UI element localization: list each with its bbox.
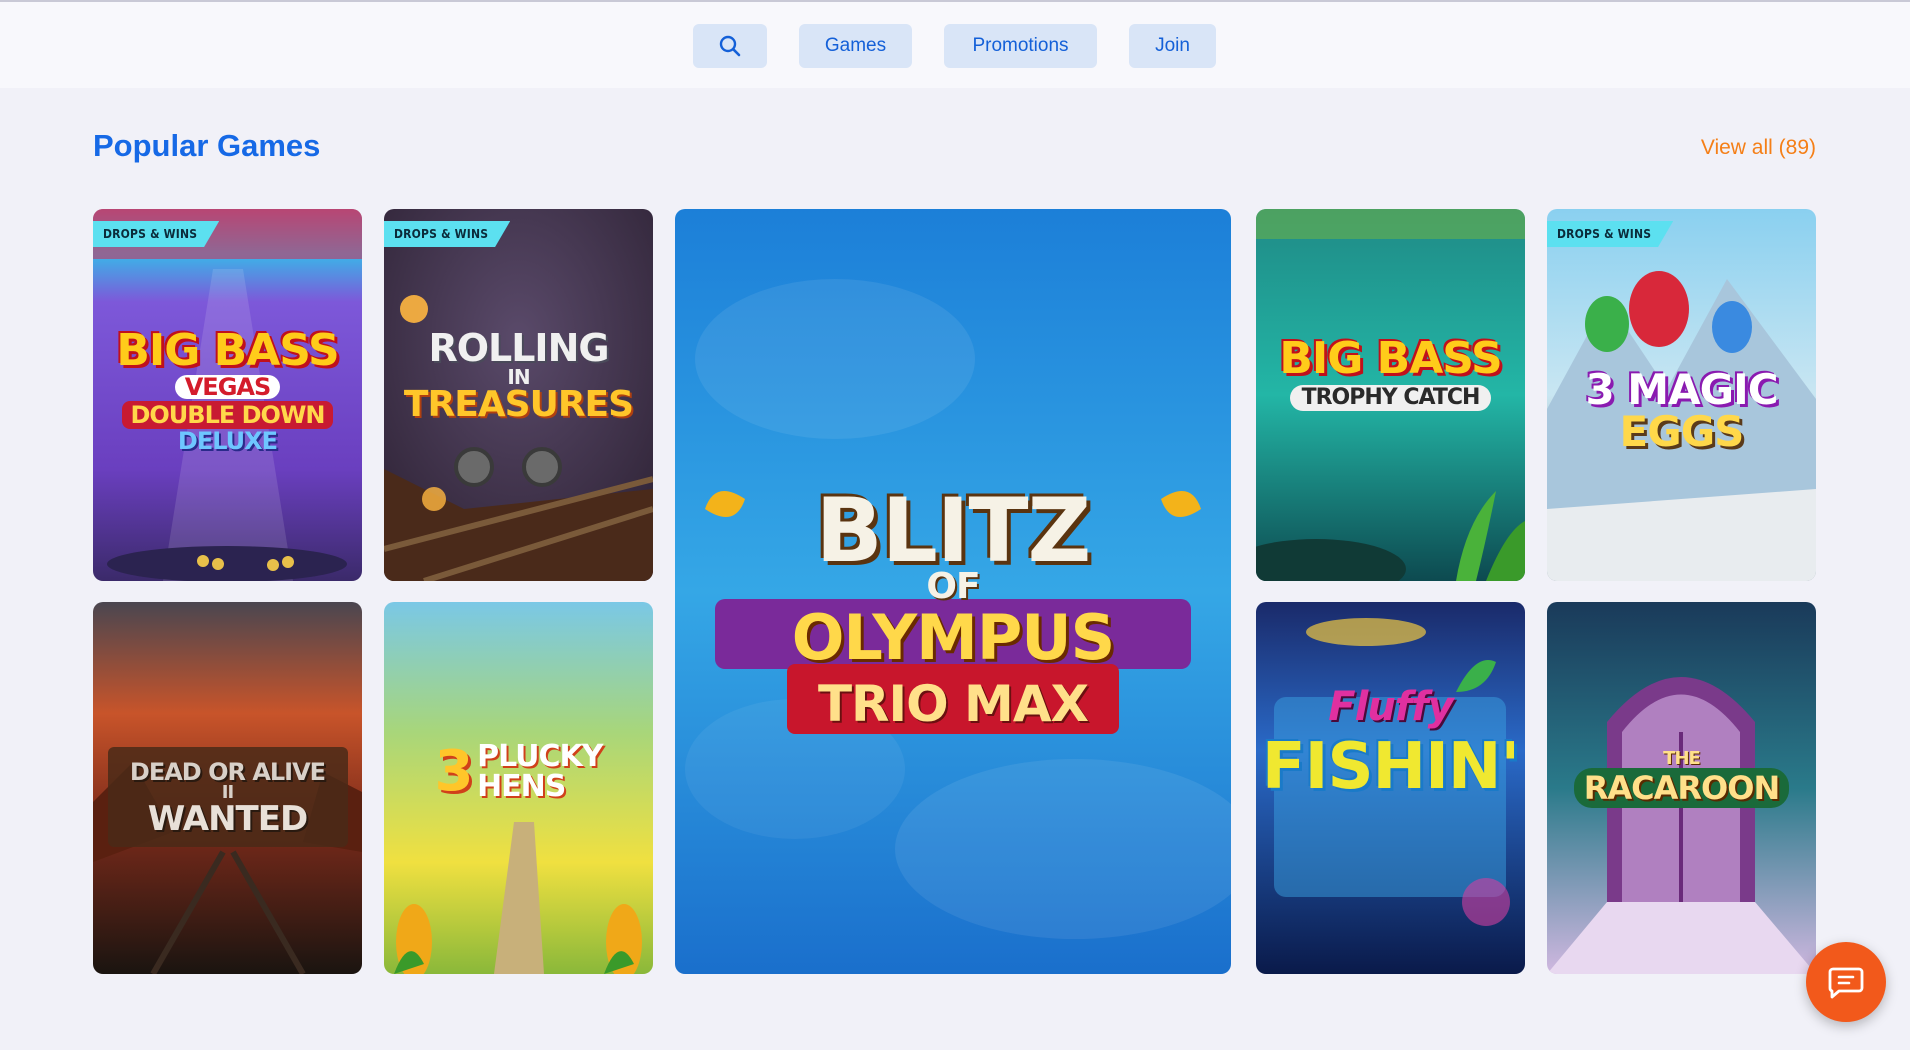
game-tile-big-bass-vegas[interactable]: DROPS & WINS BIG BASS VEGAS DOUBLE DOWN … xyxy=(93,209,362,581)
game-logo: DEAD OR ALIVE II WANTED xyxy=(129,758,326,839)
game-logo: Fluffy FISHIN' xyxy=(1261,684,1520,804)
game-tile-3-magic-eggs[interactable]: DROPS & WINS 3 MAGIC EGGS xyxy=(1547,209,1816,581)
section-title: Popular Games xyxy=(93,128,321,163)
game-tile-rolling-in-treasures[interactable]: DROPS & WINS ROLLING IN TREASURES xyxy=(384,209,653,581)
search-icon xyxy=(719,35,741,57)
game-logo: BIG BASS TROPHY CATCH xyxy=(1279,333,1503,411)
game-tile-3-plucky-hens[interactable]: 3 PLUCKY HENS xyxy=(384,602,653,974)
game-logo: 3 MAGIC EGGS xyxy=(1585,365,1778,456)
top-navbar: Games Promotions Join xyxy=(0,2,1910,88)
view-all-link[interactable]: View all (89) xyxy=(1701,136,1816,160)
drops-and-wins-badge: DROPS & WINS xyxy=(93,221,220,247)
nav-promotions-button[interactable]: Promotions xyxy=(944,24,1097,68)
game-tile-blitz-of-olympus[interactable]: BLITZ OF OLYMPUS TRIO MAX xyxy=(675,209,1231,974)
game-tile-fluffy-fishin[interactable]: Fluffy FISHIN' xyxy=(1256,602,1525,974)
chat-button[interactable] xyxy=(1806,942,1886,1022)
game-tile-big-bass-trophy-catch[interactable]: BIG BASS TROPHY CATCH xyxy=(1256,209,1525,581)
game-tile-the-racaroon[interactable]: THE RACAROON xyxy=(1547,602,1816,974)
game-logo: ROLLING IN TREASURES xyxy=(403,326,634,425)
drops-and-wins-badge: DROPS & WINS xyxy=(1547,221,1674,247)
game-tile-dead-or-alive-wanted[interactable]: DEAD OR ALIVE II WANTED xyxy=(93,602,362,974)
game-logo: THE RACAROON xyxy=(1547,750,1816,808)
drops-and-wins-badge: DROPS & WINS xyxy=(384,221,511,247)
nav-join-button[interactable]: Join xyxy=(1129,24,1216,68)
game-logo: BLITZ OF OLYMPUS TRIO MAX xyxy=(791,479,1116,733)
search-button[interactable] xyxy=(693,24,767,68)
chat-bubble-icon xyxy=(1828,967,1864,999)
game-logo: BIG BASS VEGAS DOUBLE DOWN DELUXE xyxy=(116,325,339,455)
game-logo: 3 PLUCKY HENS xyxy=(434,739,604,804)
logo-words: PLUCKY HENS xyxy=(477,739,603,804)
nav-games-button[interactable]: Games xyxy=(799,24,912,68)
